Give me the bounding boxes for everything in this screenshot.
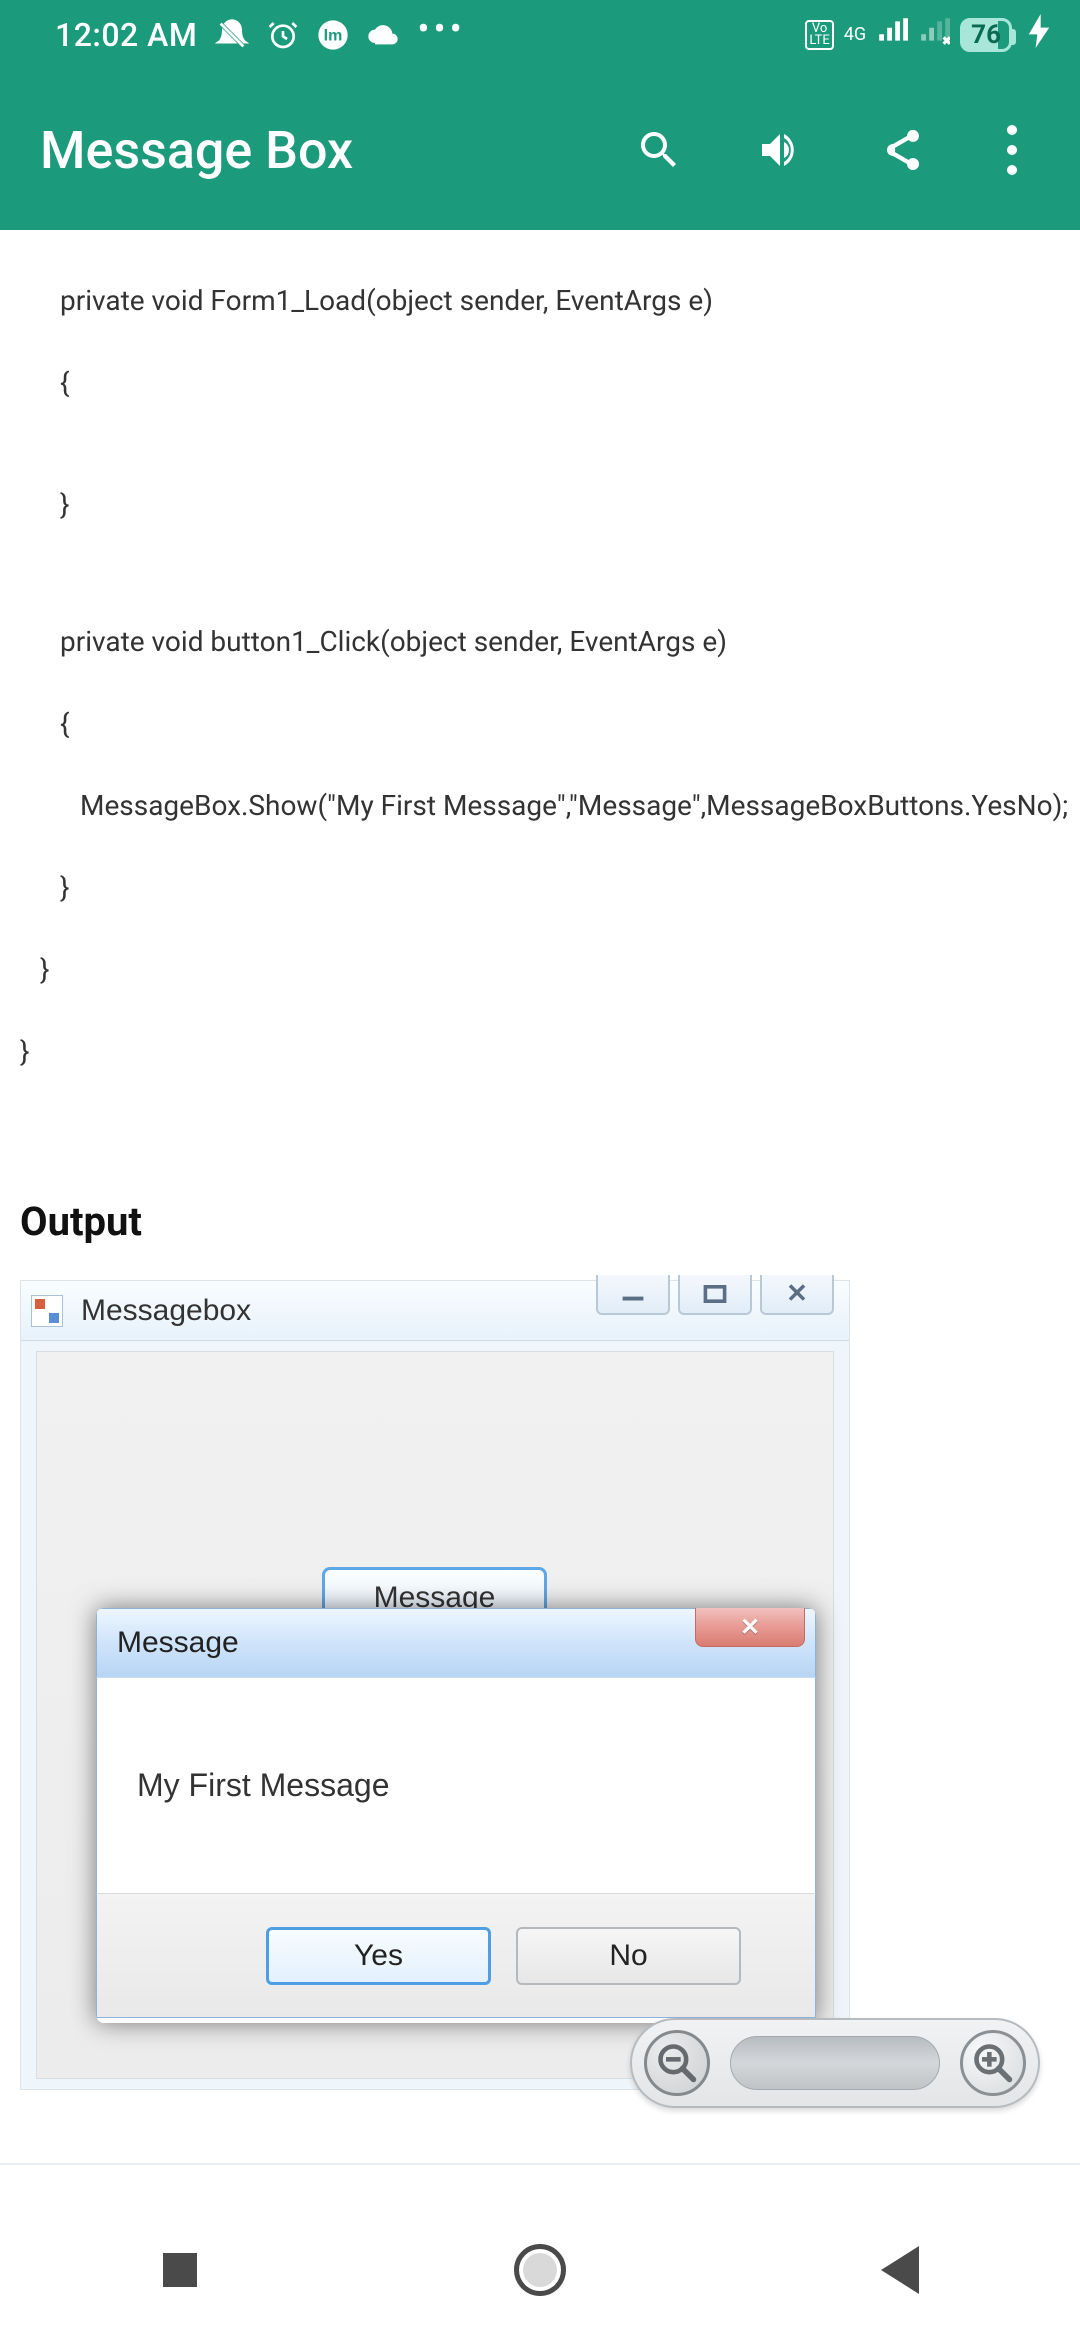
svg-text:lm: lm xyxy=(324,27,343,44)
button-label: No xyxy=(609,1939,647,1973)
form-icon xyxy=(31,1295,63,1327)
zoom-slider[interactable] xyxy=(730,2036,940,2090)
dot-icon xyxy=(1007,125,1017,135)
page-content[interactable]: private void Form1_Load(object sender, E… xyxy=(0,230,1080,2090)
mute-icon xyxy=(215,18,249,52)
minimize-button[interactable] xyxy=(596,1275,670,1315)
zoom-control xyxy=(630,2018,1040,2108)
nav-back-button[interactable] xyxy=(870,2240,930,2300)
signal-icon-2 xyxy=(918,17,950,53)
dot-icon xyxy=(1007,165,1017,175)
close-icon: ✕ xyxy=(740,1613,760,1641)
zoom-in-button[interactable] xyxy=(960,2030,1026,2096)
read-aloud-button[interactable] xyxy=(752,122,808,178)
dot-icon xyxy=(1007,145,1017,155)
page-title: Message Box xyxy=(40,120,631,181)
battery-pct: 76 xyxy=(971,20,1001,50)
zoom-out-icon xyxy=(655,2041,699,2085)
close-icon: ✕ xyxy=(786,1279,808,1309)
window-close-button[interactable]: ✕ xyxy=(760,1275,834,1315)
dialog-close-button[interactable]: ✕ xyxy=(695,1608,805,1647)
recent-icon xyxy=(163,2253,197,2287)
code-line: { xyxy=(20,703,1060,745)
dialog-titlebar: Message ✕ xyxy=(96,1608,816,1678)
volte-icon: Vo LTE xyxy=(805,20,833,50)
output-heading: Output xyxy=(20,1198,1060,1245)
battery-indicator: 76 xyxy=(960,18,1012,52)
parent-window-titlebar: Messagebox ✕ xyxy=(21,1281,849,1341)
dialog-title: Message xyxy=(117,1626,239,1660)
dialog-footer: Yes No xyxy=(96,1893,816,2018)
message-dialog: Message ✕ My First Message Yes No xyxy=(96,1608,816,2023)
button-label: Yes xyxy=(354,1939,403,1973)
dialog-yes-button[interactable]: Yes xyxy=(266,1927,491,1985)
cloud-icon xyxy=(367,21,399,49)
maximize-icon xyxy=(703,1284,727,1304)
signal-icon-1 xyxy=(876,17,908,53)
code-line: } xyxy=(20,484,1060,526)
status-bar: 12:02 AM lm ••• Vo LTE 4G xyxy=(0,0,1080,70)
dialog-body: My First Message xyxy=(96,1678,816,1893)
dialog-message: My First Message xyxy=(137,1767,389,1804)
content-divider xyxy=(0,2163,1080,2165)
search-icon xyxy=(635,126,683,174)
search-button[interactable] xyxy=(631,122,687,178)
share-icon xyxy=(877,126,925,174)
code-line: { xyxy=(20,362,1060,404)
status-left: 12:02 AM lm ••• xyxy=(55,16,466,54)
maximize-button[interactable] xyxy=(678,1275,752,1315)
nav-recent-button[interactable] xyxy=(150,2240,210,2300)
charging-icon xyxy=(1028,14,1050,56)
code-line: } xyxy=(20,949,1060,991)
network-4g: 4G xyxy=(844,28,866,42)
app-bar: Message Box xyxy=(0,70,1080,230)
back-icon xyxy=(881,2246,919,2294)
output-screenshot: Messagebox ✕ Message Message xyxy=(20,1280,850,2090)
zoom-in-icon xyxy=(971,2041,1015,2085)
dialog-no-button[interactable]: No xyxy=(516,1927,741,1985)
share-button[interactable] xyxy=(873,122,929,178)
nav-home-button[interactable] xyxy=(510,2240,570,2300)
code-line: } xyxy=(20,1031,1060,1073)
speaker-icon xyxy=(756,126,804,174)
alarm-icon xyxy=(267,19,299,51)
code-line: MessageBox.Show("My First Message","Mess… xyxy=(20,785,1060,827)
app-badge-icon: lm xyxy=(317,19,349,51)
status-right: Vo LTE 4G 76 xyxy=(805,14,1050,56)
home-icon xyxy=(514,2244,566,2296)
code-listing: private void Form1_Load(object sender, E… xyxy=(20,280,1060,1073)
appbar-actions xyxy=(631,122,1030,178)
status-time: 12:02 AM xyxy=(55,16,197,54)
parent-window-title: Messagebox xyxy=(81,1294,251,1328)
code-line: private void Form1_Load(object sender, E… xyxy=(20,280,1060,322)
window-system-buttons: ✕ xyxy=(596,1275,834,1315)
zoom-out-button[interactable] xyxy=(644,2030,710,2096)
code-line: } xyxy=(20,867,1060,909)
overflow-menu-button[interactable] xyxy=(994,125,1030,175)
code-line: private void button1_Click(object sender… xyxy=(20,621,1060,663)
minimize-icon xyxy=(620,1285,646,1303)
system-navbar xyxy=(0,2200,1080,2340)
